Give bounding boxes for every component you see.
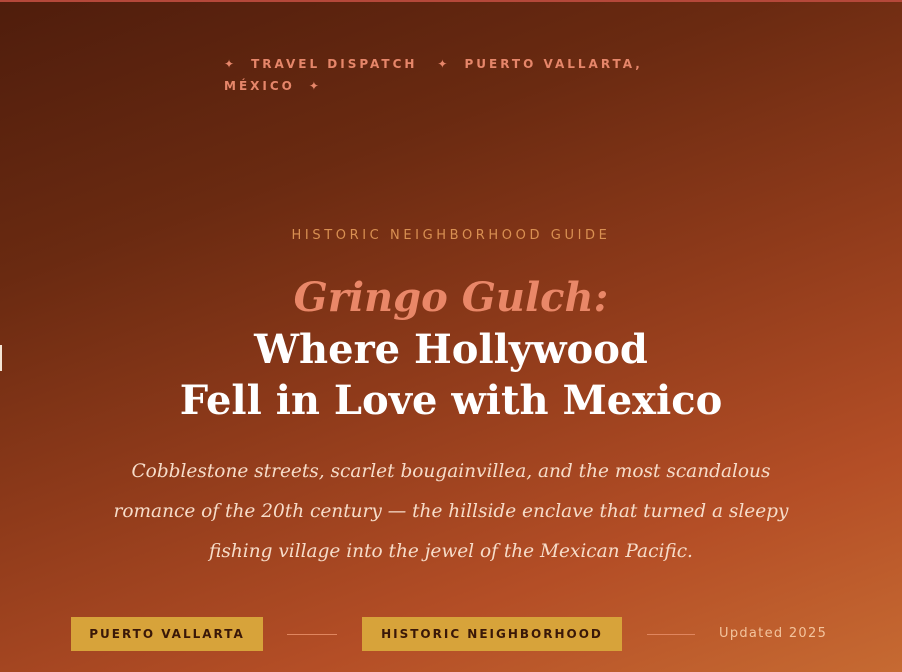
- title-line-2: Fell in Love with Mexico: [179, 377, 723, 424]
- section-kicker: HISTORIC NEIGHBORHOOD GUIDE: [291, 228, 611, 243]
- tag-row: PUERTO VALLARTA HISTORIC NEIGHBORHOOD Up…: [71, 617, 851, 651]
- updated-date: Updated 2025: [719, 626, 828, 641]
- dispatch-line: ✦ TRAVEL DISPATCH ✦ PUERTO VALLARTA, MÉXICO ✦: [224, 53, 694, 97]
- dispatch-location-country: MÉXICO: [224, 79, 295, 93]
- divider: [287, 634, 337, 635]
- divider: [647, 634, 695, 635]
- dispatch-label: TRAVEL DISPATCH: [251, 57, 418, 71]
- star-icon: ✦: [308, 79, 322, 93]
- page-title: Gringo Gulch: Where Hollywood Fell in Lo…: [0, 272, 902, 426]
- star-icon: ✦: [224, 57, 238, 71]
- dispatch-location: PUERTO VALLARTA,: [464, 57, 643, 71]
- top-rule: [0, 0, 902, 2]
- title-line-1: Where Hollywood: [254, 326, 648, 373]
- tag-puerto-vallarta[interactable]: PUERTO VALLARTA: [71, 617, 263, 651]
- tag-historic-neighborhood[interactable]: HISTORIC NEIGHBORHOOD: [362, 617, 622, 651]
- title-accent: Gringo Gulch:: [293, 274, 609, 321]
- star-icon: ✦: [437, 57, 451, 71]
- article-dek: Cobblestone streets, scarlet bougainvill…: [113, 461, 789, 562]
